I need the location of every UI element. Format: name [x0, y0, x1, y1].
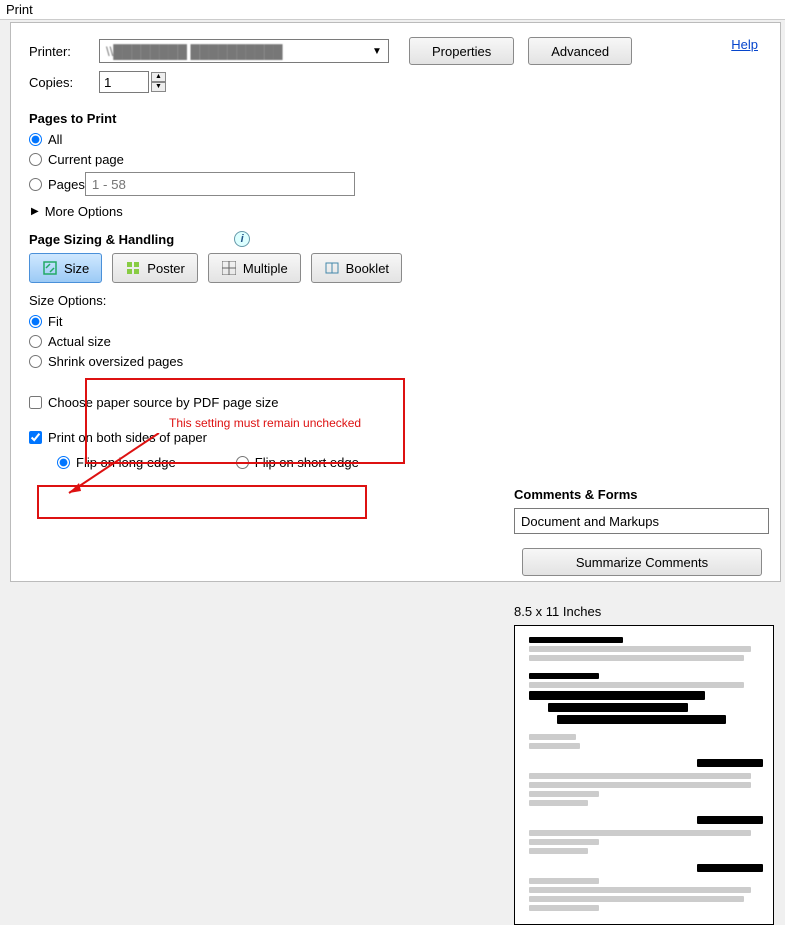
triangle-right-icon: ▶	[31, 206, 39, 217]
pages-current-radio[interactable]	[29, 153, 42, 166]
annotation-box-2	[37, 485, 367, 519]
duplex-label: Print on both sides of paper	[48, 430, 207, 445]
tab-poster-label: Poster	[147, 261, 185, 276]
pages-range-radio[interactable]	[29, 178, 42, 191]
comments-value: Document and Markups	[521, 514, 659, 529]
flip-short-label: Flip on short edge	[255, 455, 359, 470]
comments-select[interactable]: Document and Markups	[514, 508, 769, 534]
copies-spinner[interactable]: ▲ ▼	[151, 72, 166, 92]
more-options-label: More Options	[45, 204, 123, 219]
multiple-icon	[221, 260, 237, 276]
tab-poster[interactable]: Poster	[112, 253, 198, 283]
tab-size-label: Size	[64, 261, 89, 276]
booklet-icon	[324, 260, 340, 276]
flip-long-label: Flip on long edge	[76, 455, 176, 470]
tab-multiple[interactable]: Multiple	[208, 253, 301, 283]
tab-booklet-label: Booklet	[346, 261, 389, 276]
size-actual-radio[interactable]	[29, 335, 42, 348]
size-shrink-radio[interactable]	[29, 355, 42, 368]
advanced-button[interactable]: Advanced	[528, 37, 632, 65]
spin-down-icon[interactable]: ▼	[151, 82, 166, 92]
sizing-heading: Page Sizing & Handling	[29, 232, 174, 247]
size-icon	[42, 260, 58, 276]
size-fit-radio[interactable]	[29, 315, 42, 328]
size-shrink-label: Shrink oversized pages	[48, 354, 183, 369]
more-options-toggle[interactable]: ▶ More Options	[31, 204, 519, 219]
flip-long-radio[interactable]	[57, 456, 70, 469]
poster-icon	[125, 260, 141, 276]
size-options-label: Size Options:	[29, 293, 519, 308]
properties-button[interactable]: Properties	[409, 37, 514, 65]
pages-current-label: Current page	[48, 152, 124, 167]
preview-pane	[514, 625, 774, 925]
paper-source-label: Choose paper source by PDF page size	[48, 395, 279, 410]
preview-dimensions: 8.5 x 11 Inches	[514, 604, 774, 619]
tab-multiple-label: Multiple	[243, 261, 288, 276]
summarize-comments-button[interactable]: Summarize Comments	[522, 548, 762, 576]
printer-label: Printer:	[29, 44, 99, 59]
print-dialog: Help Printer: \\████████ ██████████ ▼ Pr…	[10, 22, 781, 582]
size-actual-label: Actual size	[48, 334, 111, 349]
copies-label: Copies:	[29, 75, 99, 90]
pages-all-radio[interactable]	[29, 133, 42, 146]
pages-range-input[interactable]	[85, 172, 355, 196]
paper-source-checkbox[interactable]	[29, 396, 42, 409]
pages-range-label: Pages	[48, 177, 85, 192]
pages-to-print-heading: Pages to Print	[29, 111, 519, 126]
spin-up-icon[interactable]: ▲	[151, 72, 166, 82]
printer-select[interactable]: \\████████ ██████████ ▼	[99, 39, 389, 63]
chevron-down-icon: ▼	[368, 41, 386, 61]
printer-value: \\████████ ██████████	[106, 44, 283, 59]
window-title: Print	[0, 0, 785, 20]
size-fit-label: Fit	[48, 314, 62, 329]
comments-heading: Comments & Forms	[514, 487, 774, 502]
duplex-checkbox[interactable]	[29, 431, 42, 444]
tab-booklet[interactable]: Booklet	[311, 253, 402, 283]
tab-size[interactable]: Size	[29, 253, 102, 283]
flip-short-radio[interactable]	[236, 456, 249, 469]
pages-all-label: All	[48, 132, 62, 147]
info-icon[interactable]: i	[234, 231, 250, 247]
help-link[interactable]: Help	[731, 37, 758, 52]
copies-input[interactable]	[99, 71, 149, 93]
